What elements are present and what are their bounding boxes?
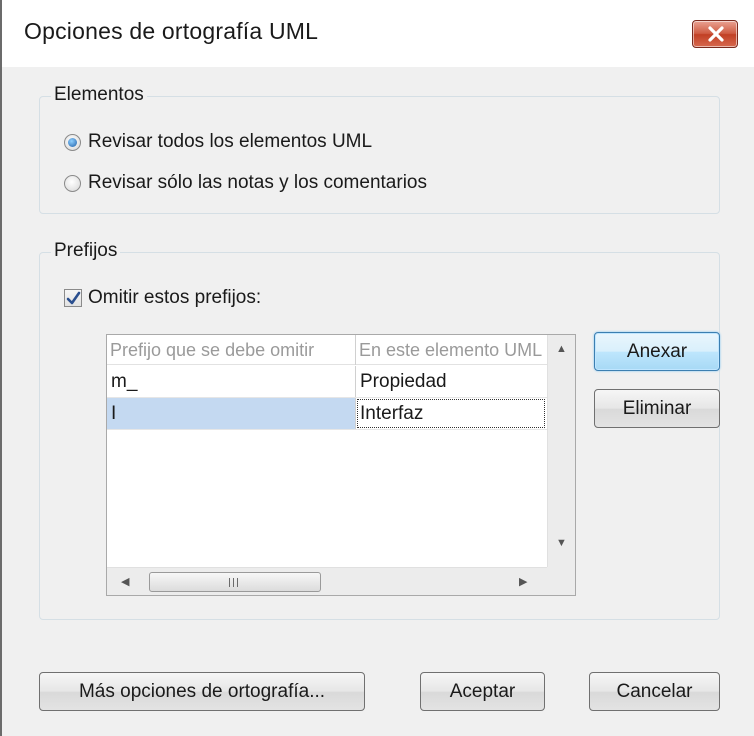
- table-cell-element[interactable]: Propiedad: [356, 366, 546, 397]
- radio-label-all-elements: Revisar todos los elementos UML: [88, 131, 373, 152]
- omit-prefixes-label: Omitir estos prefijos:: [88, 287, 262, 308]
- vertical-scrollbar[interactable]: ▲ ▼: [547, 335, 575, 567]
- window-title: Opciones de ortografía UML: [24, 18, 319, 44]
- elements-groupbox: [39, 96, 720, 214]
- scroll-grip-icon: [229, 578, 241, 587]
- ok-button[interactable]: Aceptar: [420, 672, 545, 711]
- radio-button-checked[interactable]: [64, 133, 81, 151]
- scroll-left-arrow-icon[interactable]: ◀: [121, 575, 129, 588]
- scroll-down-arrow-icon[interactable]: ▼: [556, 537, 567, 549]
- remove-button[interactable]: Eliminar: [594, 389, 720, 428]
- prefix-table[interactable]: Prefijo que se debe omitir En este eleme…: [106, 334, 576, 596]
- table-row[interactable]: m_ Propiedad: [107, 366, 547, 398]
- dialog-window: Opciones de ortografía UML Elementos Rev…: [0, 0, 754, 736]
- table-cell-prefix[interactable]: m_: [107, 366, 356, 397]
- horizontal-scroll-thumb[interactable]: [149, 572, 321, 592]
- omit-prefixes-checkbox[interactable]: [64, 289, 82, 307]
- radio-button-unchecked[interactable]: [64, 174, 81, 192]
- radio-label-notes-only: Revisar sólo las notas y los comentarios: [88, 172, 427, 193]
- horizontal-scrollbar[interactable]: ◀ ▶: [107, 567, 547, 595]
- table-header: Prefijo que se debe omitir En este eleme…: [107, 335, 547, 365]
- scroll-corner: [547, 567, 575, 595]
- title-bar: Opciones de ortografía UML: [2, 0, 754, 67]
- scroll-right-arrow-icon[interactable]: ▶: [519, 575, 527, 588]
- elements-group-title: Elementos: [51, 84, 147, 106]
- prefixes-group-title: Prefijos: [51, 240, 121, 262]
- cancel-button[interactable]: Cancelar: [589, 672, 720, 711]
- column-header-element[interactable]: En este elemento UML: [356, 335, 546, 365]
- omit-prefixes-checkbox-row[interactable]: Omitir estos prefijos:: [64, 287, 261, 309]
- radio-check-all-elements[interactable]: Revisar todos los elementos UML: [64, 131, 372, 153]
- table-cell-prefix[interactable]: I: [107, 398, 356, 429]
- radio-check-notes-only[interactable]: Revisar sólo las notas y los comentarios: [64, 172, 427, 194]
- more-spelling-options-button[interactable]: Más opciones de ortografía...: [39, 672, 365, 711]
- scroll-up-arrow-icon[interactable]: ▲: [556, 343, 567, 355]
- checkmark-icon: [66, 291, 81, 305]
- add-button[interactable]: Anexar: [594, 332, 720, 371]
- table-cell-element[interactable]: Interfaz: [356, 398, 546, 429]
- column-header-prefix[interactable]: Prefijo que se debe omitir: [107, 335, 356, 365]
- close-button[interactable]: [692, 20, 738, 48]
- table-row-selected[interactable]: I Interfaz: [107, 398, 547, 430]
- close-icon: [708, 26, 724, 42]
